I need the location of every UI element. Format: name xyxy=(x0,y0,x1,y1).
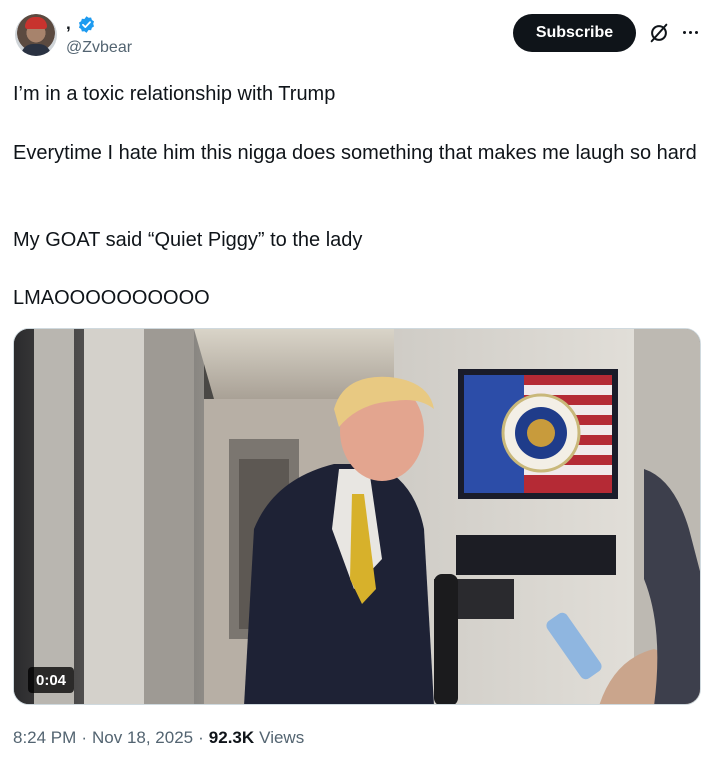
tweet-text-line-4: LMAOOOOOOOOOO xyxy=(13,287,210,309)
tweet-header: , @Zvbear Subscribe xyxy=(0,0,716,70)
author-name-row[interactable]: , xyxy=(66,14,96,34)
dot xyxy=(682,30,686,34)
more-dots-icon[interactable] xyxy=(680,22,700,42)
views-label: Views xyxy=(259,728,305,747)
tweet-text-line-2: Everytime I hate him this nigga does som… xyxy=(13,142,697,164)
tweet-text-line-3: My GOAT said “Quiet Piggy” to the lady xyxy=(13,229,363,251)
dot xyxy=(694,30,698,34)
video-player[interactable]: 0:04 xyxy=(13,328,701,705)
meta-separator: · xyxy=(198,728,204,747)
author-handle[interactable]: @Zvbear xyxy=(66,39,132,57)
tweet-time[interactable]: 8:24 PM xyxy=(13,728,76,748)
subscribe-button[interactable]: Subscribe xyxy=(513,14,636,52)
views-count: 92.3K xyxy=(208,728,255,747)
video-frame xyxy=(14,329,700,704)
verified-badge-icon xyxy=(78,15,94,33)
slashed-circle-icon[interactable] xyxy=(648,22,670,44)
meta-separator: · xyxy=(81,728,87,747)
tweet-text-line-1: I’m in a toxic relationship with Trump xyxy=(13,83,336,105)
avatar-cap xyxy=(25,17,47,29)
tweet-meta: 8:24 PM · Nov 18, 2025 · 92.3K Views xyxy=(13,728,304,748)
avatar[interactable] xyxy=(15,14,57,56)
tweet-date[interactable]: Nov 18, 2025 xyxy=(92,728,193,748)
avatar-shirt xyxy=(21,44,51,56)
dot xyxy=(688,30,692,34)
display-name[interactable]: , xyxy=(66,14,71,34)
video-duration: 0:04 xyxy=(28,667,75,693)
